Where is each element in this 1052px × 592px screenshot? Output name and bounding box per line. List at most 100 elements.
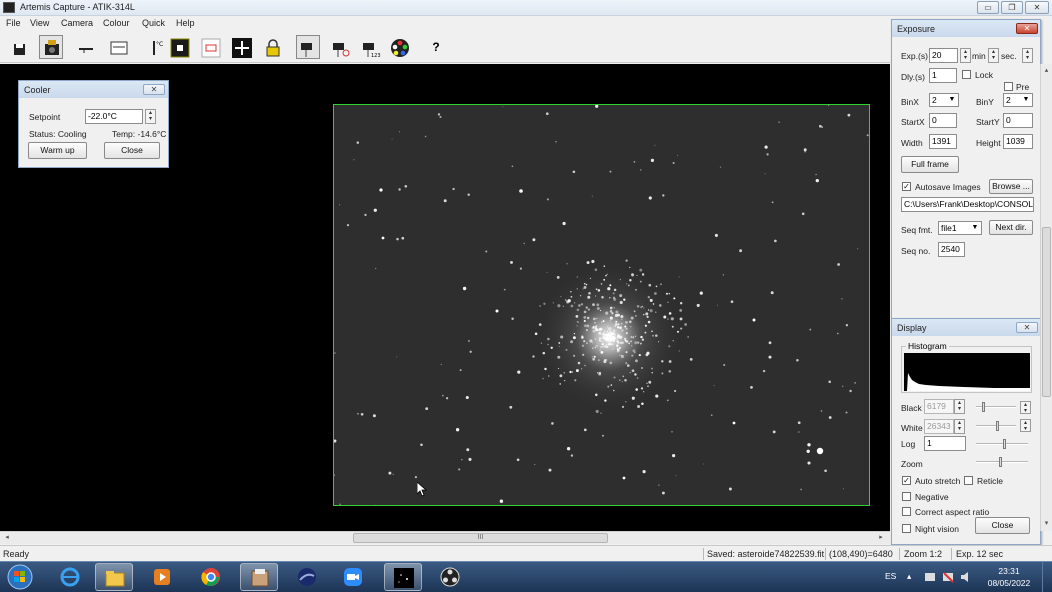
restore-button[interactable]: ❐	[1001, 1, 1023, 14]
cooler-close-button[interactable]: Close	[104, 142, 160, 159]
help-icon[interactable]: ?	[424, 35, 448, 59]
menu-colour[interactable]: Colour	[103, 18, 130, 28]
show-desktop-button[interactable]	[1042, 562, 1052, 592]
camera-connect-icon[interactable]	[39, 35, 63, 59]
autosave-checkbox[interactable]: ✓	[902, 182, 911, 191]
exposure-close-x-button[interactable]: ✕	[1016, 23, 1038, 34]
white-field[interactable]: 26343	[924, 419, 954, 434]
startx-field[interactable]: 0	[929, 113, 957, 128]
correct-aspect-checkbox[interactable]	[902, 507, 911, 516]
internet-explorer-icon	[60, 567, 80, 587]
horizontal-scroll-thumb[interactable]: III	[353, 533, 608, 543]
system-clock[interactable]: 23:31 08/05/2022	[983, 565, 1035, 589]
taskbar-chrome[interactable]	[192, 563, 230, 591]
taskbar-files[interactable]	[240, 563, 278, 591]
scroll-up-icon[interactable]: ▴	[1042, 66, 1051, 76]
menu-file[interactable]: File	[6, 18, 21, 28]
binx-dropdown[interactable]: 2 ▼	[929, 93, 959, 107]
reticle-checkbox[interactable]	[964, 476, 973, 485]
action-center-icon[interactable]	[924, 571, 936, 583]
continuous-shot-icon[interactable]	[328, 35, 352, 59]
exp-spinner[interactable]: ▴ ▾	[960, 48, 971, 63]
zoom-slider[interactable]	[976, 457, 1028, 467]
single-shot-icon[interactable]	[296, 35, 320, 59]
warm-up-button[interactable]: Warm up	[28, 142, 87, 159]
close-window-button[interactable]: ✕	[1025, 1, 1049, 14]
night-vision-checkbox[interactable]	[902, 524, 911, 533]
cooler-icon[interactable]: °C	[143, 35, 167, 59]
black-spinner[interactable]: ▴ ▾	[954, 399, 965, 414]
menu-help[interactable]: Help	[176, 18, 195, 28]
width-field[interactable]: 1391	[929, 134, 957, 149]
save-icon[interactable]	[7, 35, 31, 59]
seq-no-label: Seq no.	[901, 246, 931, 256]
black-slider[interactable]	[976, 402, 1016, 412]
log-field[interactable]: 1	[924, 436, 966, 451]
lock-icon[interactable]	[260, 35, 284, 59]
auto-stretch-checkbox[interactable]: ✓	[902, 476, 911, 485]
exp-field[interactable]: 20	[929, 48, 958, 63]
windows-orb-icon	[7, 564, 33, 590]
horizontal-scrollbar[interactable]: ◂ III ▸	[0, 531, 890, 544]
next-dir-button[interactable]: Next dir.	[989, 220, 1033, 235]
height-label: Height	[976, 138, 1001, 148]
subframe-icon[interactable]	[167, 35, 191, 59]
taskbar-explorer[interactable]	[95, 563, 133, 591]
seq-fmt-dropdown[interactable]: file1 ▼	[938, 221, 982, 235]
full-frame-button[interactable]: Full frame	[901, 156, 959, 173]
network-icon[interactable]	[942, 571, 954, 583]
captured-image[interactable]	[333, 104, 870, 506]
volume-icon[interactable]	[960, 571, 972, 583]
vertical-scroll-thumb[interactable]	[1042, 227, 1051, 397]
vertical-scrollbar[interactable]: ▴ ▾	[1040, 64, 1052, 531]
display-close-x-button[interactable]: ✕	[1016, 322, 1038, 333]
browse-button[interactable]: Browse ...	[989, 179, 1033, 194]
scroll-right-icon[interactable]: ▸	[876, 533, 886, 543]
scroll-left-icon[interactable]: ◂	[2, 533, 12, 543]
language-indicator[interactable]: ES	[885, 571, 896, 581]
biny-dropdown[interactable]: 2 ▼	[1003, 93, 1033, 107]
seq-no-field[interactable]: 2540	[938, 242, 965, 257]
menu-view[interactable]: View	[30, 18, 49, 28]
white-spinner[interactable]: ▴ ▾	[954, 419, 965, 434]
colour-wheel-icon[interactable]	[387, 35, 411, 59]
pre-checkbox[interactable]	[1004, 82, 1013, 91]
select-region-icon[interactable]	[198, 35, 222, 59]
lock-checkbox[interactable]	[962, 70, 971, 79]
dly-field[interactable]: 1	[929, 68, 957, 83]
minimize-button[interactable]: ▭	[977, 1, 999, 14]
menu-quick[interactable]: Quick	[142, 18, 165, 28]
crosshair-icon[interactable]	[229, 35, 253, 59]
display-close-button[interactable]: Close	[975, 517, 1030, 534]
autosave-path-field[interactable]: C:\Users\Frank\Desktop\CONSOL	[901, 197, 1034, 212]
starty-field[interactable]: 0	[1003, 113, 1033, 128]
setpoint-field[interactable]: -22.0°C	[85, 109, 143, 124]
height-field[interactable]: 1039	[1003, 134, 1033, 149]
log-slider[interactable]	[976, 439, 1028, 449]
menu-camera[interactable]: Camera	[61, 18, 93, 28]
taskbar-obs[interactable]	[431, 563, 469, 591]
black-label: Black	[901, 403, 922, 413]
cooler-temp-text: Temp: -14.6°C	[112, 129, 167, 139]
taskbar-zoom[interactable]	[334, 563, 372, 591]
telescope-icon[interactable]	[73, 35, 97, 59]
scroll-down-icon[interactable]: ▾	[1042, 519, 1051, 529]
negative-checkbox[interactable]	[902, 492, 911, 501]
black-fine-spinner[interactable]: ▴ ▾	[1020, 401, 1031, 414]
white-slider[interactable]	[976, 421, 1016, 431]
taskbar-stellarium[interactable]	[288, 563, 326, 591]
taskbar-media-player[interactable]	[143, 563, 181, 591]
sec-spinner[interactable]: ▴ ▾	[1022, 48, 1033, 63]
white-fine-spinner[interactable]: ▴ ▾	[1020, 419, 1031, 432]
show-hidden-icons[interactable]: ▴	[907, 571, 911, 582]
filter-wheel-icon[interactable]	[106, 35, 130, 59]
setpoint-spinner[interactable]: ▴ ▾	[145, 109, 156, 124]
black-field[interactable]: 6179	[924, 399, 954, 414]
min-spinner[interactable]: ▴ ▾	[988, 48, 999, 63]
start-button[interactable]	[5, 563, 35, 591]
taskbar-artemis[interactable]	[384, 563, 422, 591]
sequence-shot-icon[interactable]: 123	[358, 35, 382, 59]
files-icon	[251, 569, 269, 587]
taskbar-ie[interactable]	[51, 563, 89, 591]
cooler-close-x-button[interactable]: ✕	[143, 84, 165, 95]
